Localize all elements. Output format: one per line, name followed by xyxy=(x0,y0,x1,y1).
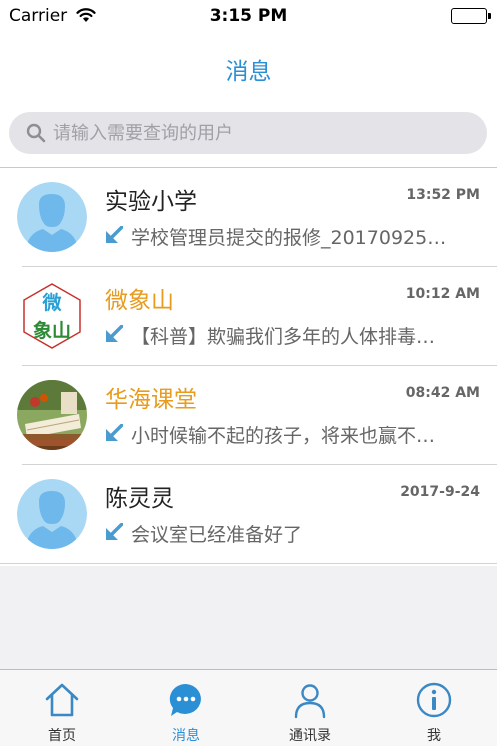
conversation-preview: 小时候输不起的孩子，将来也赢不… xyxy=(131,425,436,447)
conversation-preview: 【科普】欺骗我们多年的人体排毒… xyxy=(131,326,436,348)
conversation-preview: 学校管理员提交的报修_20170925… xyxy=(131,227,447,249)
default-person-icon xyxy=(17,182,87,252)
conversation-row[interactable]: 实验小学 13:52 PM 学校管理员提交的报修_20170925… xyxy=(0,168,497,267)
conversation-list: 实验小学 13:52 PM 学校管理员提交的报修_20170925… 微 象山 … xyxy=(0,168,497,564)
logo-text-top: 微 xyxy=(42,292,62,314)
tab-me[interactable]: 我 xyxy=(372,670,496,746)
conversation-row[interactable]: 华海课堂 08:42 AM 小时候输不起的孩子，将来也赢不… xyxy=(0,366,497,465)
contacts-icon xyxy=(291,681,329,719)
conversation-time: 2017-9-24 xyxy=(400,484,480,500)
books-photo xyxy=(17,380,87,450)
search-area xyxy=(0,98,497,168)
home-icon xyxy=(43,681,81,719)
reply-arrow-icon xyxy=(105,225,124,248)
reply-arrow-icon xyxy=(105,324,124,347)
info-icon xyxy=(415,681,453,719)
status-time: 3:15 PM xyxy=(209,6,288,26)
conversation-row[interactable]: 陈灵灵 2017-9-24 会议室已经准备好了 xyxy=(0,465,497,564)
chat-bubble-icon xyxy=(167,681,205,719)
conversation-name: 微象山 xyxy=(105,288,174,314)
tab-bar: 首页 消息 通讯录 我 xyxy=(0,669,497,746)
tab-label: 消息 xyxy=(172,728,200,744)
tab-label: 首页 xyxy=(48,728,76,744)
search-input[interactable] xyxy=(53,112,473,154)
default-person-icon xyxy=(17,479,87,549)
tab-label: 通讯录 xyxy=(289,728,331,744)
empty-list-area xyxy=(0,566,497,669)
search-bar[interactable] xyxy=(9,112,487,154)
tab-label: 我 xyxy=(427,728,441,744)
status-bar: Carrier 3:15 PM xyxy=(0,0,497,34)
conversation-time: 08:42 AM xyxy=(405,385,480,401)
battery-icon xyxy=(451,8,491,24)
search-icon xyxy=(26,123,46,147)
weixiangshan-logo: 微 象山 xyxy=(17,281,87,351)
tab-messages[interactable]: 消息 xyxy=(124,670,248,746)
tab-home[interactable]: 首页 xyxy=(0,670,124,746)
navigation-bar: 消息 xyxy=(0,34,497,98)
conversation-row[interactable]: 微 象山 微象山 10:12 AM 【科普】欺骗我们多年的人体排毒… xyxy=(0,267,497,366)
logo-text-bottom: 象山 xyxy=(32,320,71,342)
conversation-name: 实验小学 xyxy=(105,189,197,215)
conversation-name: 陈灵灵 xyxy=(105,486,174,512)
tab-contacts[interactable]: 通讯录 xyxy=(248,670,372,746)
page-title: 消息 xyxy=(225,59,272,85)
conversation-time: 10:12 AM xyxy=(405,286,480,302)
conversation-name: 华海课堂 xyxy=(105,387,197,413)
reply-arrow-icon xyxy=(105,423,124,446)
reply-arrow-icon xyxy=(105,522,124,545)
conversation-preview: 会议室已经准备好了 xyxy=(131,524,303,546)
conversation-time: 13:52 PM xyxy=(406,187,480,203)
